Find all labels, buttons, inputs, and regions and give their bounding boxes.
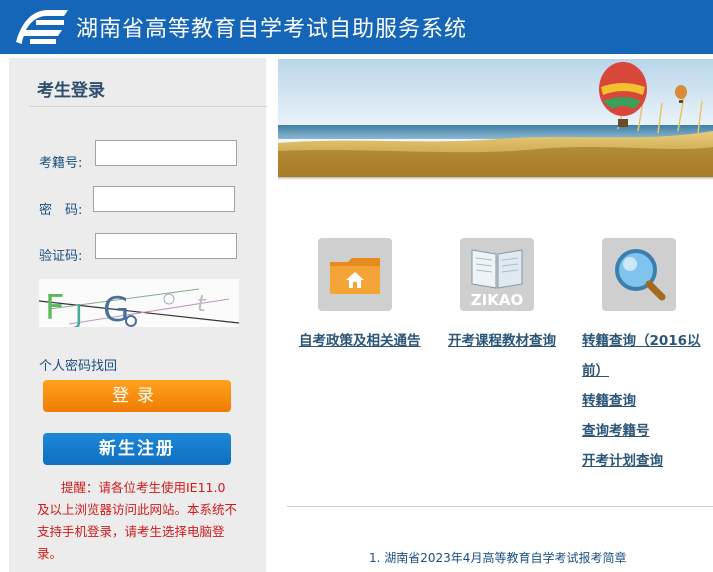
svg-text:F: F	[45, 288, 65, 327]
password-input[interactable]	[93, 186, 235, 212]
svg-text:ZIKAO: ZIKAO	[471, 291, 523, 309]
login-divider	[29, 106, 267, 107]
forgot-password-link[interactable]: 个人密码找回	[39, 355, 117, 374]
register-button[interactable]: 新生注册	[43, 433, 231, 465]
svg-text:J: J	[73, 300, 83, 327]
policy-link[interactable]: 自考政策及相关通告	[299, 329, 421, 349]
transfer-query-2016-link[interactable]: 转籍查询（2016以	[582, 329, 701, 349]
captcha-label: 验证码:	[39, 249, 83, 264]
magnifier-icon[interactable]	[602, 238, 676, 311]
exam-plan-query-link[interactable]: 开考计划查询	[582, 449, 663, 469]
svg-text:t: t	[197, 292, 207, 317]
banner-shadow	[278, 177, 713, 180]
news-item[interactable]: 1. 湖南省2023年4月高等教育自学考试报考简章	[369, 549, 626, 566]
header: 湖南省高等教育自学考试自助服务系统	[0, 0, 713, 54]
zikao-book-icon[interactable]: ZIKAO	[460, 238, 534, 311]
course-textbook-link[interactable]: 开考课程教材查询	[448, 329, 556, 349]
app-title: 湖南省高等教育自学考试自助服务系统	[76, 17, 468, 42]
login-button[interactable]: 登录	[43, 380, 231, 412]
captcha-image[interactable]: F J G t	[39, 279, 239, 327]
notice-text: 提醒：请各位考生使用IE11.0及以上浏览器访问此网站。本系统不支持手机登录，请…	[37, 480, 238, 561]
folder-home-icon[interactable]	[318, 238, 392, 311]
login-panel: 考生登录 考籍号: 密 码: 验证码: F J G t 个人密码找回 登录 新生…	[9, 58, 267, 572]
exam-id-query-link[interactable]: 查询考籍号	[582, 419, 650, 439]
content-divider	[287, 506, 713, 507]
transfer-query-2016-link-cont[interactable]: 前）	[582, 359, 609, 379]
password-label: 密 码:	[39, 203, 83, 218]
transfer-query-link[interactable]: 转籍查询	[582, 389, 636, 409]
id-input[interactable]	[95, 140, 237, 166]
id-label: 考籍号:	[39, 156, 83, 171]
banner-image	[278, 59, 713, 177]
e-logo-icon	[16, 10, 68, 44]
captcha-input[interactable]	[95, 233, 237, 259]
login-title: 考生登录	[37, 81, 105, 101]
